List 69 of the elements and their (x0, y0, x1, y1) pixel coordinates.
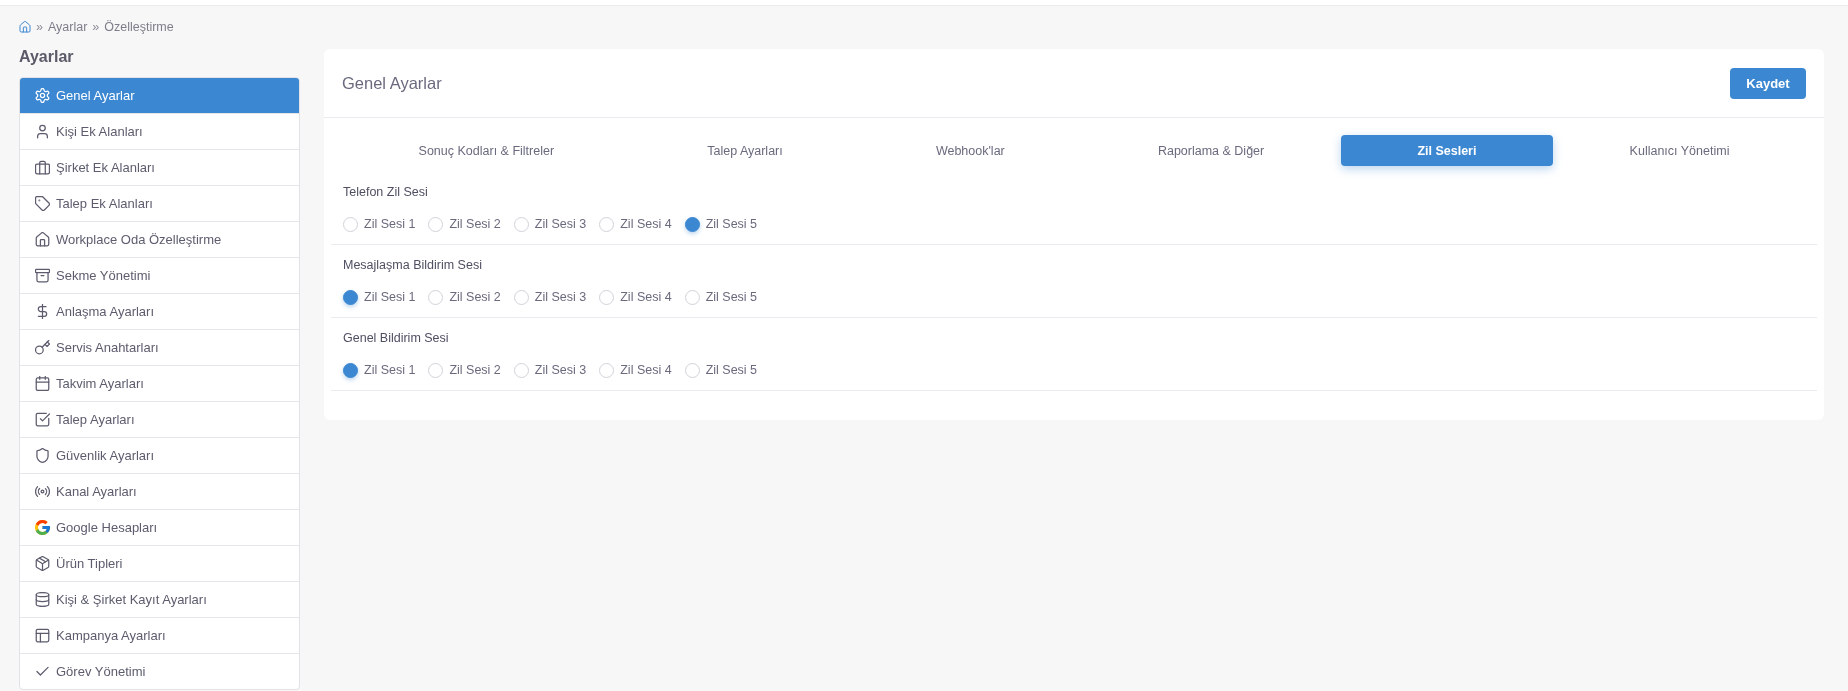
radio-option[interactable]: Zil Sesi 3 (513, 289, 587, 305)
radio-option[interactable]: Zil Sesi 5 (684, 362, 758, 378)
sidebar-item[interactable]: Görev Yönetimi (20, 654, 299, 689)
sidebar-item[interactable]: Anlaşma Ayarları (20, 294, 299, 330)
breadcrumb-link[interactable]: Ayarlar (47, 20, 88, 34)
gear-icon (35, 88, 50, 103)
radio-button[interactable] (684, 216, 700, 232)
sidebar-item[interactable]: Güvenlik Ayarları (20, 438, 299, 474)
radio-option[interactable]: Zil Sesi 5 (684, 289, 758, 305)
sidebar-item[interactable]: Workplace Oda Özelleştirme (20, 222, 299, 258)
sidebar-item[interactable]: Kanal Ayarları (20, 474, 299, 510)
person-icon (35, 124, 50, 139)
radio-option[interactable]: Zil Sesi 3 (513, 362, 587, 378)
sidebar-item[interactable]: Kişi Ek Alanları (20, 114, 299, 150)
radio-option[interactable]: Zil Sesi 2 (428, 216, 501, 232)
briefcase-icon (35, 160, 50, 175)
radio-option[interactable]: Zil Sesi 4 (599, 216, 672, 232)
radio-option[interactable]: Zil Sesi 3 (513, 216, 587, 232)
setting-label: Mesajlaşma Bildirim Sesi (343, 257, 483, 273)
house-icon (35, 232, 50, 247)
save-button[interactable]: Kaydet (1730, 67, 1806, 99)
setting-label: Genel Bildirim Sesi (343, 330, 450, 346)
radio-option[interactable]: Zil Sesi 4 (599, 362, 672, 378)
tab[interactable]: Kullanıcı Yönetimi (1553, 135, 1806, 166)
sidebar-title: Ayarlar (19, 47, 75, 67)
sidebar-item[interactable]: Şirket Ek Alanları (20, 150, 299, 186)
tab[interactable]: Webhook'lar (859, 135, 1082, 166)
breadcrumb-separator: » (36, 20, 43, 34)
database-icon (35, 592, 50, 607)
sidebar-item[interactable]: Talep Ek Alanları (20, 186, 299, 222)
sidebar-item[interactable]: Talep Ayarları (20, 402, 299, 438)
tag-icon (35, 196, 50, 211)
home-icon[interactable] (19, 21, 31, 33)
cube-icon (35, 556, 50, 571)
sidebar-item[interactable]: Kişi & Şirket Kayıt Ayarları (20, 582, 299, 618)
breadcrumb-current: Özelleştirme (104, 20, 174, 34)
radio-option[interactable]: Zil Sesi 1 (343, 362, 416, 378)
key-icon (35, 340, 50, 355)
radio-button[interactable] (343, 362, 358, 378)
tab[interactable]: Talep Ayarları (630, 135, 860, 166)
archive-box-icon (35, 268, 50, 283)
calendar-icon (35, 376, 50, 391)
card-title: Genel Ayarlar (342, 73, 442, 93)
radio-option[interactable]: Zil Sesi 1 (343, 216, 416, 232)
shield-icon (35, 448, 50, 463)
radio-option[interactable]: Zil Sesi 2 (428, 289, 501, 305)
sidebar-item[interactable]: Ürün Tipleri (20, 546, 299, 582)
radio-option[interactable]: Zil Sesi 4 (599, 289, 672, 305)
checkmark-icon (35, 664, 50, 679)
tab[interactable]: Raporlama & Diğer (1081, 135, 1341, 166)
sidebar-item[interactable]: Genel Ayarlar (20, 78, 299, 114)
radio-option[interactable]: Zil Sesi 1 (343, 289, 416, 305)
radio-option[interactable]: Zil Sesi 2 (428, 362, 501, 378)
letter-g-icon (35, 520, 50, 535)
setting-label: Telefon Zil Sesi (343, 184, 429, 200)
broadcast-icon (35, 484, 50, 499)
sidebar-item[interactable]: Takvim Ayarları (20, 366, 299, 402)
sidebar-item[interactable]: Google Hesapları (20, 510, 299, 546)
tab[interactable]: Zil Sesleri (1340, 135, 1553, 166)
sidebar-item[interactable]: Servis Anahtarları (20, 330, 299, 366)
tab[interactable]: Sonuç Kodları & Filtreler (342, 135, 631, 166)
checkbox-icon (35, 412, 50, 427)
sidebar-item[interactable]: Kampanya Ayarları (20, 618, 299, 654)
layout-icon (35, 628, 50, 643)
breadcrumb-separator: » (92, 20, 100, 34)
radio-button[interactable] (343, 289, 358, 305)
sidebar-item[interactable]: Sekme Yönetimi (20, 258, 299, 294)
dollar-icon (35, 304, 50, 319)
radio-option[interactable]: Zil Sesi 5 (684, 216, 758, 232)
